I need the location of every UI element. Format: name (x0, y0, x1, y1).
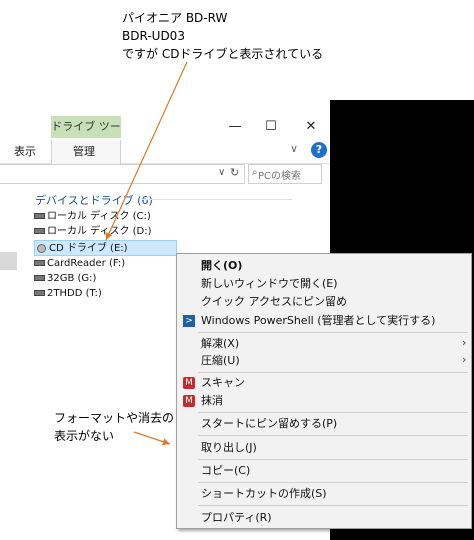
powershell-icon: > (183, 315, 195, 327)
drive-item-d[interactable]: ローカル ディスク (D:) (34, 224, 152, 240)
usb-drive-icon (34, 290, 45, 296)
usb-drive-icon (34, 260, 45, 266)
menu-item-pin-start[interactable]: スタートにピン留めする(P) (201, 415, 337, 433)
shield-icon: M (183, 377, 195, 389)
menu-item-eject[interactable]: 取り出し(J) (201, 439, 257, 457)
menu-separator (198, 372, 468, 373)
menu-item-open-new-window[interactable]: 新しいウィンドウで開く(E) (201, 275, 338, 293)
address-dropdown-icon[interactable]: ∨ (218, 167, 225, 178)
minimize-button[interactable]: — (220, 117, 250, 137)
drive-label: 32GB (G:) (47, 273, 97, 284)
drive-label: ローカル ディスク (D:) (47, 226, 152, 237)
annotation-line: パイオニア BD-RW (122, 11, 228, 25)
menu-item-powershell[interactable]: Windows PowerShell (管理者として実行する) (201, 312, 435, 330)
close-button[interactable]: ✕ (296, 117, 326, 137)
chevron-down-icon[interactable]: ∨ (290, 142, 298, 155)
menu-item-properties[interactable]: プロパティ(R) (201, 509, 272, 527)
drive-item-f[interactable]: CardReader (F:) (34, 256, 125, 272)
drive-item-g[interactable]: 32GB (G:) (34, 271, 96, 287)
usb-drive-icon (34, 275, 45, 281)
menu-separator (198, 412, 468, 413)
group-header[interactable]: デバイスとドライブ (6) (35, 192, 153, 208)
cd-drive-icon (37, 243, 46, 253)
tab-manage[interactable]: 管理 (73, 143, 95, 159)
drive-item-c[interactable]: ローカル ディスク (C:) (34, 209, 151, 225)
hard-disk-icon (34, 228, 45, 234)
search-placeholder: PCの検索 (258, 171, 302, 182)
address-bar[interactable] (0, 164, 245, 184)
menu-separator (198, 459, 468, 460)
maximize-button[interactable]: ☐ (256, 117, 286, 137)
annotation-bottom: フォーマットや消去の 表示がない (54, 409, 174, 445)
menu-separator (198, 435, 468, 436)
menu-item-create-shortcut[interactable]: ショートカットの作成(S) (201, 485, 327, 503)
submenu-arrow-icon: › (462, 336, 467, 349)
annotation-line: ですが CDドライブと表示されている (122, 47, 324, 61)
help-icon[interactable]: ? (311, 142, 327, 158)
hard-disk-icon (34, 213, 45, 219)
annotation-line: BDR-UD03 (122, 29, 185, 43)
drive-label: CardReader (F:) (47, 258, 126, 269)
menu-item-erase[interactable]: 抹消 (201, 392, 223, 410)
search-icon: ⌕ (252, 167, 258, 178)
menu-item-open[interactable]: 開く(O) (201, 257, 242, 275)
menu-item-scan[interactable]: スキャン (201, 374, 245, 392)
drive-label: CD ドライブ (E:) (49, 243, 128, 254)
menu-item-extract[interactable]: 解凍(X) (201, 335, 239, 353)
drive-tools-context-tab[interactable]: ドライブ ツール (51, 116, 121, 155)
menu-separator (198, 505, 468, 506)
ribbon-tabs (0, 140, 330, 164)
drive-item-t[interactable]: 2THDD (T:) (34, 286, 102, 302)
annotation-line: 表示がない (54, 429, 115, 443)
menu-item-compress[interactable]: 圧縮(U) (201, 352, 240, 370)
submenu-arrow-icon: › (462, 353, 467, 366)
tab-view[interactable]: 表示 (14, 143, 36, 159)
menu-item-copy[interactable]: コピー(C) (201, 462, 250, 480)
menu-separator (198, 332, 468, 333)
menu-separator (198, 482, 468, 483)
menu-item-pin-quick-access[interactable]: クイック アクセスにピン留め (201, 293, 347, 311)
annotation-top: パイオニア BD-RW BDR-UD03 ですが CDドライブと表示されている (122, 9, 323, 63)
refresh-icon[interactable]: ↻ (230, 166, 239, 179)
drive-item-e[interactable]: CD ドライブ (E:) (34, 240, 177, 256)
drive-label: 2THDD (T:) (47, 288, 102, 299)
nav-pane-selected-item[interactable] (0, 252, 17, 270)
group-divider (142, 199, 292, 200)
shield-icon: M (183, 395, 195, 407)
annotation-line: フォーマットや消去の (54, 411, 175, 425)
drive-label: ローカル ディスク (C:) (47, 211, 151, 222)
